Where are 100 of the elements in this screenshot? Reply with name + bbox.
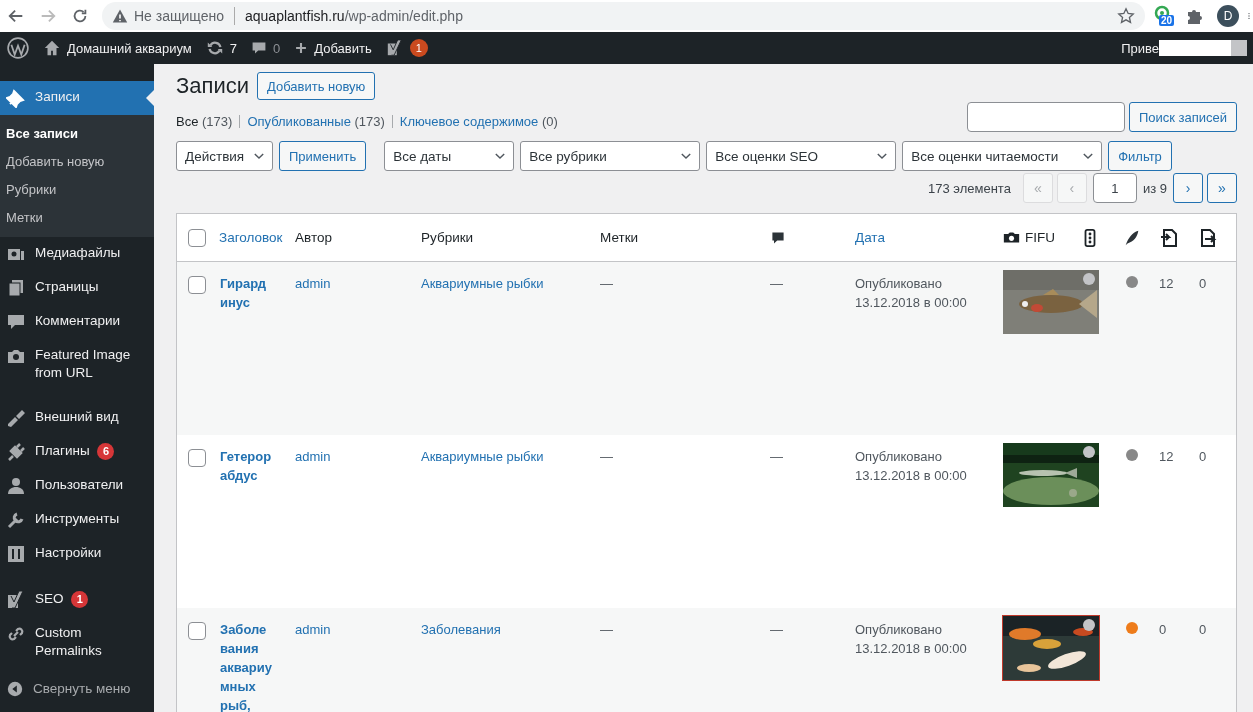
menu-item[interactable]: Плагины 6 [0,435,154,469]
pages-icon [6,278,26,298]
address-bar[interactable]: Не защищено aquaplantfish.ru/wp-admin/edit.php [102,2,1145,30]
column-header: Автор [295,230,332,245]
post-title-link[interactable]: Заболе вания аквариу мных рыб, [219,620,295,712]
site-link[interactable]: Домашний аквариум [36,32,199,64]
menu-item[interactable]: Пользователи [0,469,154,503]
menu-item[interactable]: Custom Permalinks [0,617,154,667]
plug-icon [6,442,26,462]
updates-icon [205,39,224,57]
reload-icon[interactable] [71,7,89,25]
profile-avatar[interactable]: D [1217,5,1239,27]
select-all-checkbox[interactable] [188,228,206,247]
comment-icon [770,229,786,246]
search-field[interactable] [966,102,1125,132]
forward-icon[interactable] [39,7,57,25]
column-header[interactable]: Дата [855,230,885,245]
incoming-links-count: 0 [1199,622,1207,637]
wrench-icon [6,510,26,530]
row-checkbox[interactable] [188,449,206,467]
outgoing-links-icon [1159,227,1179,248]
category-link[interactable]: Заболевания [421,622,501,637]
menu-item[interactable]: Страницы [0,271,154,305]
menu-item[interactable]: Инструменты [0,503,154,537]
last-page-button[interactable]: » [1207,173,1237,203]
filter-dropdown[interactable]: Все даты [384,141,515,171]
search-button[interactable]: Поиск записей [1128,102,1237,132]
submenu-item[interactable]: Метки [0,204,154,232]
submenu-item[interactable]: Рубрики [0,176,154,204]
total-pages: из 9 [1142,180,1167,196]
updates-link[interactable]: 7 [198,32,245,64]
date-cell: Опубликовано 13.12.2018 в 00:00 [855,276,967,310]
greeting[interactable]: Приве [1121,40,1159,56]
bulk-actions-dropdown[interactable]: Действия [176,141,273,171]
menu-item[interactable]: Комментарии [0,305,154,339]
apply-button[interactable]: Применить [279,141,367,171]
seo-menu[interactable]: 1 [378,32,435,64]
y-logo-icon [6,590,26,610]
camera-icon [1003,229,1020,246]
tags-cell: — [600,449,613,464]
author-link[interactable]: admin [295,449,331,464]
incoming-links-icon [1199,227,1219,248]
status-filter-link[interactable]: Опубликованные (173) [247,114,385,129]
add-new-button[interactable]: Добавить новую [257,72,376,100]
incoming-links-count: 0 [1199,276,1207,291]
category-link[interactable]: Аквариумные рыбки [421,449,544,464]
brush-icon [6,408,26,428]
y-logo-icon [385,39,404,57]
count-badge: 6 [97,443,115,460]
column-header[interactable]: Заголовок [219,230,283,245]
menu-item[interactable]: Внешний вид [0,401,154,435]
filter-dropdown[interactable]: Все оценки SEO [706,141,897,171]
menu-item[interactable]: Медиафайлы [0,237,154,271]
count-badge: 1 [71,591,89,608]
menu-item[interactable]: Записи [0,81,154,115]
next-page-button[interactable]: › [1173,173,1203,203]
row-checkbox[interactable] [188,276,206,294]
category-link[interactable]: Аквариумные рыбки [421,276,544,291]
column-header: Метки [600,230,639,245]
collapse-menu-button[interactable]: Свернуть меню [0,673,154,705]
author-link[interactable]: admin [295,276,331,291]
page-number-field[interactable]: 1 [1092,173,1137,203]
collapse-icon [6,680,24,698]
tags-cell: — [600,276,613,291]
author-link[interactable]: admin [295,622,331,637]
post-title-link[interactable]: Гирард инус [219,274,295,312]
comments-cell: — [770,622,783,637]
menu-item[interactable]: Настройки [0,537,154,571]
submenu-item[interactable]: Все записи [0,120,154,148]
extension-badge: 20 [1159,15,1175,26]
outgoing-links-count: 0 [1159,622,1167,637]
menu-item[interactable]: Featured Image from URL [0,339,154,389]
redaction-block [1159,40,1231,56]
submenu-item[interactable]: Добавить новую [0,148,154,176]
warning-icon [112,8,128,24]
notification-badge: 1 [409,39,428,57]
status-filter-link[interactable]: Все (173) [176,114,233,129]
user-icon [6,476,26,496]
items-count: 173 элемента [928,180,1011,196]
filter-button[interactable]: Фильтр [1108,141,1172,171]
back-icon[interactable] [7,7,25,25]
comments-link[interactable]: 0 [244,32,288,64]
row-checkbox[interactable] [188,622,206,640]
outgoing-links-count: 12 [1159,449,1174,464]
new-content-link[interactable]: Добавить [287,32,379,64]
home-icon [43,39,61,57]
menu-item[interactable]: SEO 1 [0,583,154,617]
column-header: Рубрики [421,230,474,245]
incoming-links-count: 0 [1199,449,1207,464]
post-title-link[interactable]: Гетерор абдус [219,447,295,485]
filter-dropdown[interactable]: Все рубрики [520,141,701,171]
url-text: aquaplantfish.ru/wp-admin/edit.php [245,8,463,24]
column-header: FIFU [1025,230,1055,245]
status-filter-link[interactable]: Ключевое содержимое (0) [399,114,558,129]
page-title: Записи [176,73,249,99]
comment-icon [251,40,268,56]
star-icon[interactable] [1117,7,1135,25]
comments-cell: — [770,449,783,464]
comments-cell: — [770,276,783,291]
filter-dropdown[interactable]: Все оценки читаемости [902,141,1103,171]
